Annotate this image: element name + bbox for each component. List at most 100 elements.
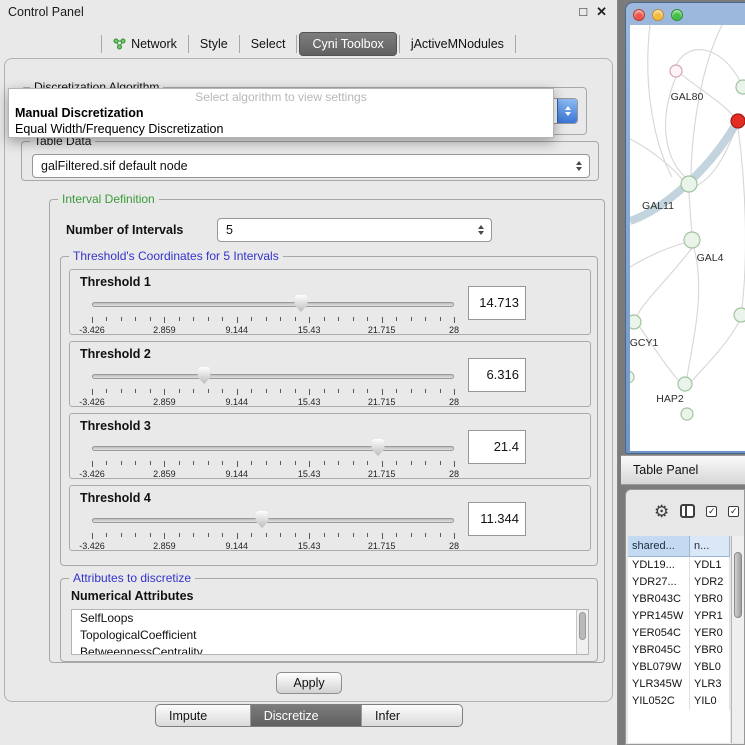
table-scrollbar-thumb[interactable] (734, 552, 742, 618)
table-row[interactable]: YLR345WYLR3 (628, 676, 730, 693)
slider-thumb[interactable] (294, 295, 307, 312)
tick-mark (135, 389, 136, 393)
tick-mark (324, 317, 325, 321)
checkbox-icon[interactable]: ✓ (728, 506, 739, 517)
checkbox-icon[interactable]: ✓ (706, 506, 717, 517)
slider-thumb[interactable] (256, 511, 269, 528)
combobox-stepper-icon[interactable] (573, 155, 585, 177)
apply-button[interactable]: Apply (276, 672, 342, 694)
network-node[interactable] (678, 377, 692, 391)
table-row[interactable]: YBR043CYBR0 (628, 591, 730, 608)
column-chooser-icon[interactable] (680, 504, 695, 518)
float-window-icon[interactable]: □ (579, 4, 587, 20)
network-node[interactable] (630, 315, 641, 329)
tab-network[interactable]: Network (102, 33, 188, 55)
network-edge[interactable] (689, 192, 692, 232)
table-row[interactable]: YDR27...YDR2 (628, 574, 730, 591)
slider-track (92, 518, 454, 523)
threshold-slider[interactable]: -3.4262.8599.14415.4321.71528 (92, 436, 454, 478)
table-row[interactable]: YBL079WYBL0 (628, 659, 730, 676)
network-node[interactable] (736, 80, 745, 94)
table-row[interactable]: YER054CYER0 (628, 625, 730, 642)
table-scrollbar[interactable] (731, 536, 744, 743)
tick-mark (251, 461, 252, 465)
network-edge[interactable] (692, 322, 739, 381)
algorithm-option[interactable]: Equal Width/Frequency Discretization (9, 121, 553, 137)
network-node[interactable] (670, 65, 682, 77)
threshold-value-field[interactable]: 11.344 (468, 502, 526, 536)
network-node[interactable] (734, 308, 745, 322)
tick-mark (309, 461, 310, 467)
tab-select[interactable]: Select (240, 33, 297, 55)
bottom-tab-discretize-data[interactable]: Discretize Data (251, 705, 362, 726)
threshold-slider[interactable]: -3.4262.8599.14415.4321.71528 (92, 508, 454, 550)
network-edge[interactable] (639, 326, 678, 380)
interval-definition-group-title: Interval Definition (58, 192, 159, 207)
tick-mark (150, 317, 151, 321)
table-header-row: shared...n... (628, 536, 730, 557)
threshold-panel: Threshold 2-3.4262.8599.14415.4321.71528… (69, 341, 591, 407)
numerical-attributes-list[interactable]: SelfLoopsTopologicalCoefficientBetweenne… (71, 609, 589, 655)
threshold-slider[interactable]: -3.4262.8599.14415.4321.71528 (92, 364, 454, 406)
tab-jactivemnodules[interactable]: jActiveMNodules (400, 33, 515, 55)
threshold-value-field[interactable]: 14.713 (468, 286, 526, 320)
network-node[interactable] (684, 232, 700, 248)
slider-scale-label: -3.426 (79, 541, 105, 551)
threshold-slider[interactable]: -3.4262.8599.14415.4321.71528 (92, 292, 454, 334)
thresholds-group-title: Threshold's Coordinates for 5 Intervals (69, 249, 283, 264)
slider-scale-label: 2.859 (153, 541, 176, 551)
close-icon[interactable]: ✕ (596, 4, 607, 20)
network-edge[interactable] (630, 243, 684, 267)
network-node[interactable] (681, 408, 693, 420)
list-scrollbar-thumb[interactable] (579, 612, 586, 640)
slider-thumb[interactable] (198, 367, 211, 384)
combobox-stepper-icon[interactable] (557, 99, 577, 123)
bottom-tab-infer-network[interactable]: Infer Network (362, 705, 462, 726)
numerical-attributes-label: Numerical Attributes (71, 589, 193, 603)
close-traffic-light[interactable] (633, 9, 645, 21)
attribute-list-item[interactable]: BetweennessCentrality (72, 644, 588, 655)
slider-scale-label: 21.715 (368, 469, 396, 479)
tick-mark (454, 461, 455, 467)
control-panel-window: Control Panel □ ✕ NetworkStyleSelectCyni… (0, 0, 618, 745)
table-data-combobox[interactable]: galFiltered.sif default node (32, 154, 590, 178)
minimize-traffic-light[interactable] (652, 9, 664, 21)
slider-thumb[interactable] (371, 439, 384, 456)
table-row[interactable]: YIL052CYIL0 (628, 693, 730, 710)
table-row[interactable]: YPR145WYPR1 (628, 608, 730, 625)
network-node[interactable] (681, 176, 697, 192)
algorithm-option[interactable]: Manual Discretization (9, 105, 553, 121)
tab-style[interactable]: Style (189, 33, 239, 55)
list-scrollbar[interactable] (576, 610, 588, 654)
selected-network-node[interactable] (731, 114, 745, 128)
tick-mark (106, 317, 107, 321)
network-edge[interactable] (738, 128, 745, 308)
number-of-intervals-combobox[interactable]: 5 (217, 218, 492, 242)
slider-scale-label: 21.715 (368, 325, 396, 335)
network-node[interactable] (630, 371, 634, 383)
network-edge[interactable] (630, 139, 682, 179)
threshold-value-field[interactable]: 6.316 (468, 358, 526, 392)
slider-scale-label: 15.43 (298, 325, 321, 335)
tick-mark (135, 461, 136, 465)
network-canvas[interactable]: GAL80GAL11GAL4GCY1HAP2 (630, 25, 745, 451)
attribute-list-item[interactable]: SelfLoops (72, 610, 588, 627)
network-edge[interactable] (687, 248, 699, 377)
tick-mark (251, 533, 252, 537)
network-graph[interactable]: GAL80GAL11GAL4GCY1HAP2 (630, 25, 745, 451)
gear-icon[interactable]: ⚙ (654, 503, 669, 520)
zoom-traffic-light[interactable] (671, 9, 683, 21)
bottom-tab-impute-data[interactable]: Impute Data (156, 705, 251, 726)
network-edge[interactable] (676, 50, 740, 81)
tick-mark (411, 317, 412, 321)
threshold-value-field[interactable]: 21.4 (468, 430, 526, 464)
column-header-n[interactable]: n... (690, 536, 730, 557)
combobox-stepper-icon[interactable] (475, 219, 487, 241)
attribute-list-item[interactable]: TopologicalCoefficient (72, 627, 588, 644)
column-header-shared[interactable]: shared... (628, 536, 690, 557)
table-row[interactable]: YBR045CYBR0 (628, 642, 730, 659)
slider-ticks (92, 389, 454, 396)
tab-cyni-toolbox[interactable]: Cyni Toolbox (299, 32, 396, 56)
table-row[interactable]: YDL19...YDL1 (628, 557, 730, 574)
slider-scale-label: 21.715 (368, 541, 396, 551)
